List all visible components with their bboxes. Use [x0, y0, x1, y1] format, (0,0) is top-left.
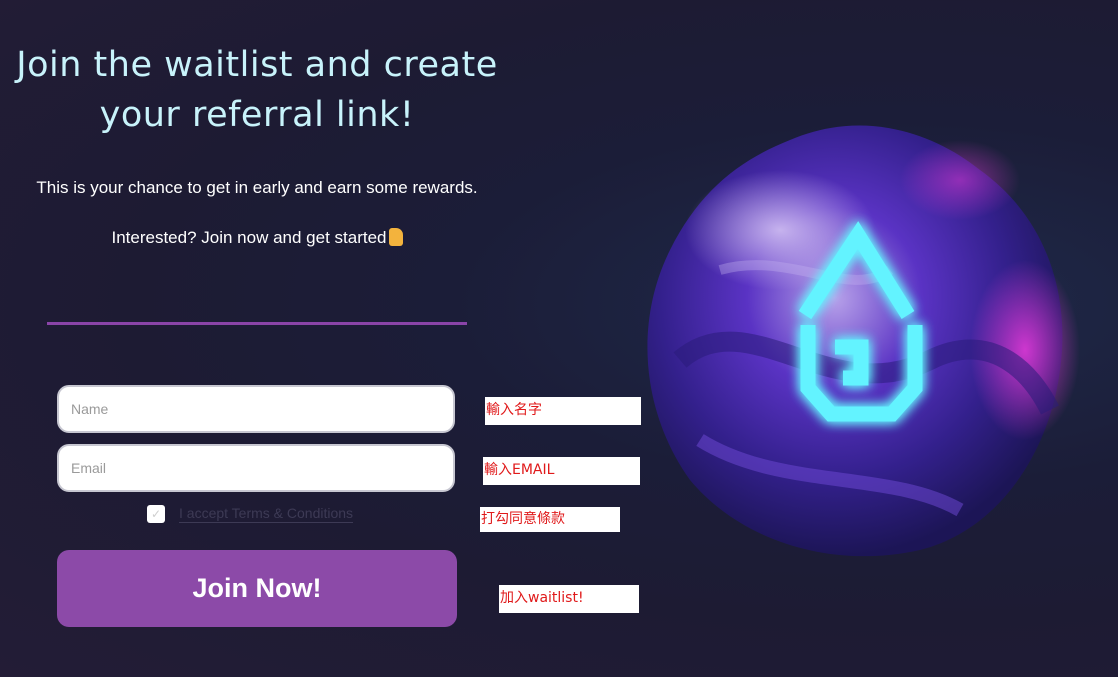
- cta-line: Interested? Join now and get started: [10, 228, 504, 248]
- cta-text: Interested? Join now and get started: [111, 228, 387, 247]
- name-input[interactable]: [57, 385, 455, 433]
- terms-annotation: 打勾同意條款: [480, 507, 620, 532]
- submit-annotation: 加入waitlist!: [499, 585, 639, 613]
- email-input[interactable]: [57, 444, 455, 492]
- name-annotation: 輸入名字: [485, 397, 641, 425]
- divider: [47, 322, 467, 325]
- join-now-button[interactable]: Join Now!: [57, 550, 457, 627]
- pointing-down-hand-icon: [388, 228, 403, 246]
- terms-checkbox[interactable]: ✓: [147, 505, 165, 523]
- subtitle: This is your chance to get in early and …: [36, 178, 478, 197]
- check-icon: ✓: [150, 507, 162, 521]
- email-annotation: 輸入EMAIL: [483, 457, 640, 485]
- page-title: Join the waitlist and create your referr…: [16, 45, 498, 135]
- orb-highlight: [685, 170, 875, 290]
- decorative-orb-artwork: [647, 125, 1080, 557]
- terms-link[interactable]: I accept Terms & Conditions: [179, 505, 354, 523]
- orb-pink-glow-top: [900, 140, 1020, 220]
- terms-row: ✓ I accept Terms & Conditions: [147, 504, 354, 524]
